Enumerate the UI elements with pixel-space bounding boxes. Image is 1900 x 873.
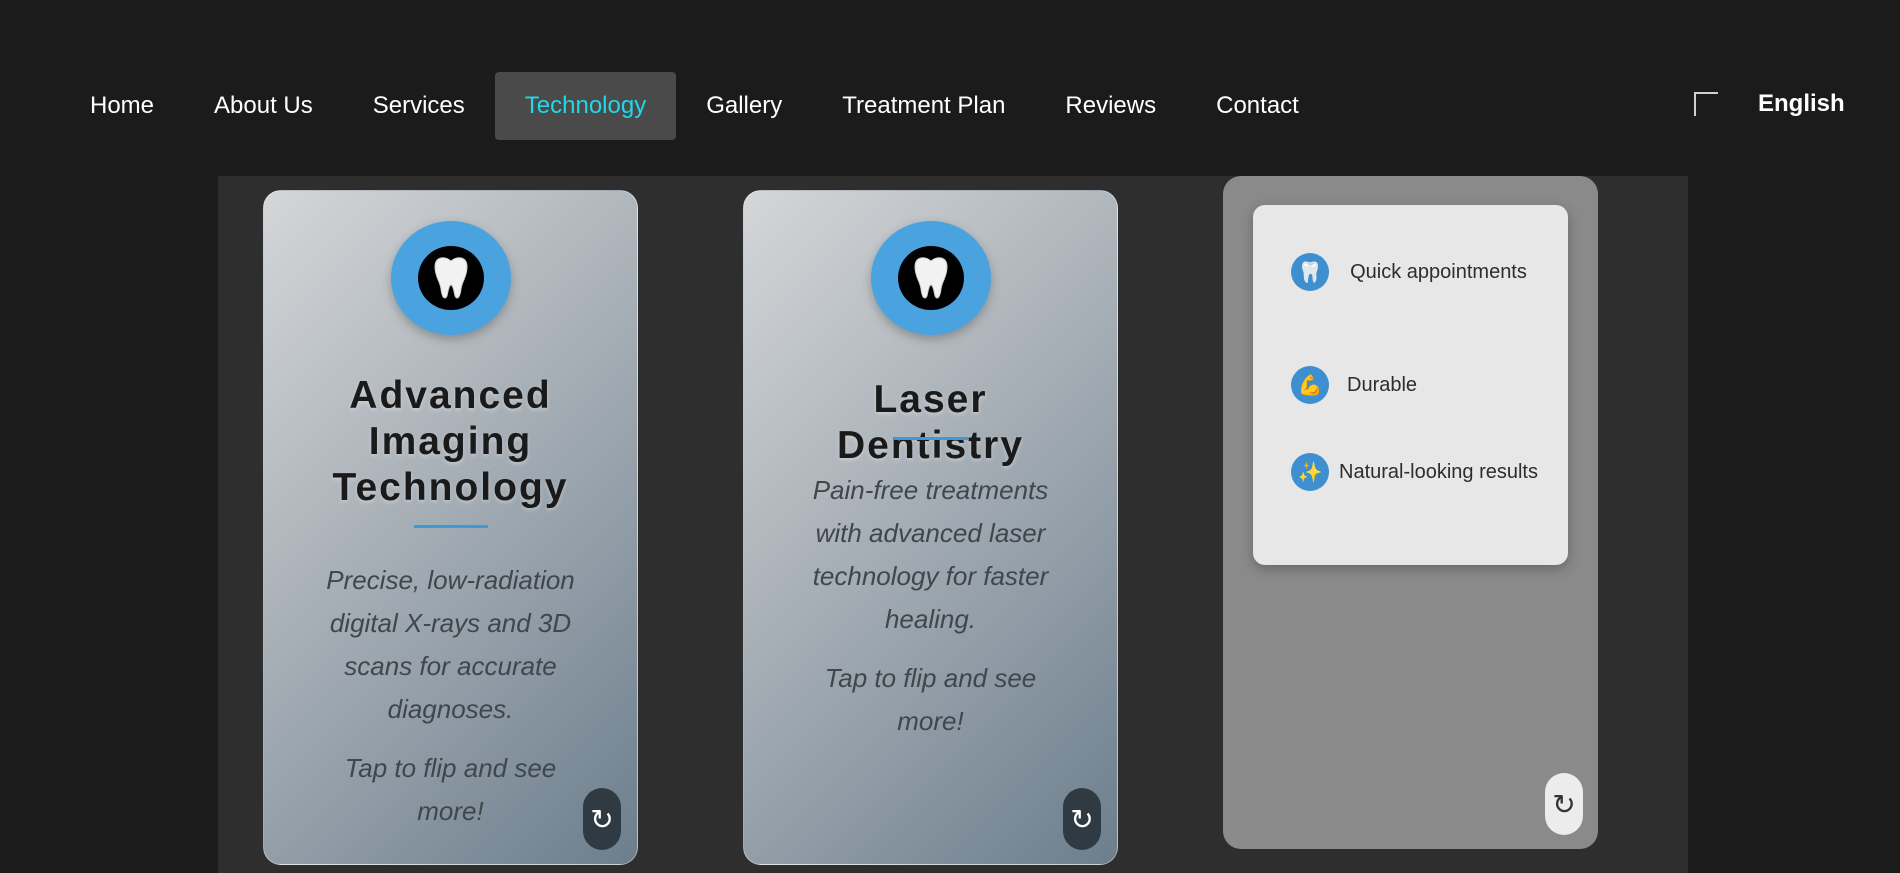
flexed-biceps-icon: 💪 [1291,366,1329,404]
list-item: 💪 Durable [1291,366,1548,404]
card-title: Advanced Imaging Technology [332,374,569,509]
nav-item-contact[interactable]: Contact [1186,72,1329,140]
nav-item-gallery[interactable]: Gallery [676,72,812,140]
technology-card-back[interactable]: 🦷 Quick appointments 💪 Durable ✨ Natural… [1223,176,1598,849]
nav-item-home[interactable]: Home [60,72,184,140]
list-item: ✨ Natural-looking results [1291,453,1548,491]
language-selector[interactable]: English [1694,90,1845,118]
nav-item-about-us[interactable]: About Us [184,72,343,140]
list-item: 🦷 Quick appointments [1291,253,1548,291]
sparkles-icon: ✨ [1291,453,1329,491]
card-description: Pain-free treatments with advanced laser… [812,475,1049,634]
nav-item-treatment-plan[interactable]: Treatment Plan [812,72,1035,140]
title-divider [893,437,968,440]
flip-button[interactable]: ↻ [1063,788,1101,850]
nav-item-services[interactable]: Services [343,72,495,140]
card-description: Precise, low-radiation digital X-rays an… [326,565,575,724]
nav-menu: Home About Us Services Technology Galler… [60,72,1329,140]
feature-label: Durable [1347,374,1418,396]
flip-hint: Tap to flip and see more! [344,753,557,826]
nav-item-technology[interactable]: Technology [494,72,677,140]
feature-list: 🦷 Quick appointments 💪 Durable ✨ Natural… [1253,205,1568,565]
refresh-icon: ↻ [1070,803,1094,835]
tooth-icon: 🦷 [1291,253,1329,291]
flip-button[interactable]: ↻ [583,788,621,850]
feature-label: Quick appointments [1350,261,1527,283]
nav-item-reviews[interactable]: Reviews [1035,72,1186,140]
flip-button[interactable]: ↻ [1545,773,1583,835]
technology-card-laser[interactable]: Laser Dentistry Pain-free treatments wit… [743,190,1118,865]
title-divider [413,525,488,528]
flag-icon [1694,92,1718,116]
refresh-icon: ↻ [590,803,614,835]
language-label: English [1758,90,1845,117]
feature-label: Natural-looking results [1339,461,1538,483]
tooth-icon [390,221,511,335]
flip-hint: Tap to flip and see more! [824,663,1037,736]
card-title: Laser Dentistry [836,378,1025,467]
main-nav: Home About Us Services Technology Galler… [0,0,1900,176]
refresh-icon: ↻ [1552,788,1576,820]
tooth-icon [870,221,991,335]
technology-card-imaging[interactable]: Advanced Imaging Technology Precise, low… [263,190,638,865]
